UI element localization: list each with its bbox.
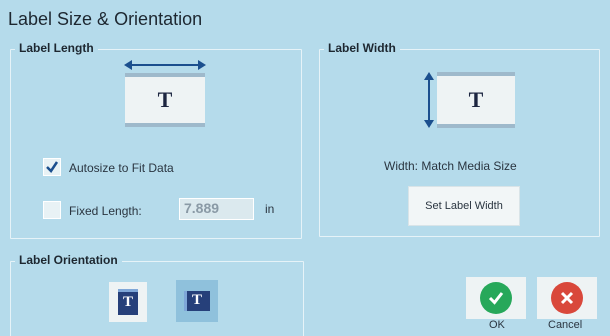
portrait-letter: T: [122, 294, 133, 310]
cancel-label[interactable]: Cancel: [548, 319, 582, 331]
set-label-width-button[interactable]: Set Label Width: [408, 186, 520, 226]
length-arrow-icon: [124, 60, 206, 70]
ok-circle: [480, 282, 512, 314]
ok-button[interactable]: [466, 277, 526, 319]
label-width-heading: Label Width: [324, 41, 400, 55]
label-orientation-group: Label Orientation: [10, 253, 304, 336]
label-length-heading: Label Length: [15, 41, 98, 55]
width-preview-letter: T: [468, 87, 484, 112]
dialog-title: Label Size & Orientation: [8, 9, 203, 29]
landscape-letter: T: [191, 292, 202, 308]
cancel-button[interactable]: [537, 277, 597, 319]
autosize-checkbox[interactable]: [43, 158, 61, 176]
fixed-length-input[interactable]: 7.889: [179, 198, 254, 220]
ok-label[interactable]: OK: [489, 319, 505, 331]
landscape-orientation-button[interactable]: T: [176, 280, 218, 322]
check-icon: [488, 292, 504, 305]
checkmark-icon: [46, 161, 59, 173]
fixed-length-checkbox[interactable]: [43, 201, 61, 219]
width-preview: T: [437, 72, 515, 128]
close-icon: [560, 291, 574, 305]
cancel-circle: [551, 282, 583, 314]
length-preview-letter: T: [157, 87, 173, 112]
fixed-length-label[interactable]: Fixed Length:: [69, 204, 142, 218]
fixed-length-unit: in: [265, 202, 275, 216]
portrait-orientation-button[interactable]: T: [109, 282, 147, 322]
width-value-text: Width: Match Media Size: [384, 159, 517, 173]
autosize-label[interactable]: Autosize to Fit Data: [69, 161, 174, 175]
label-orientation-heading: Label Orientation: [15, 253, 122, 267]
length-preview: T: [125, 73, 205, 127]
width-arrow-icon: [424, 72, 434, 128]
